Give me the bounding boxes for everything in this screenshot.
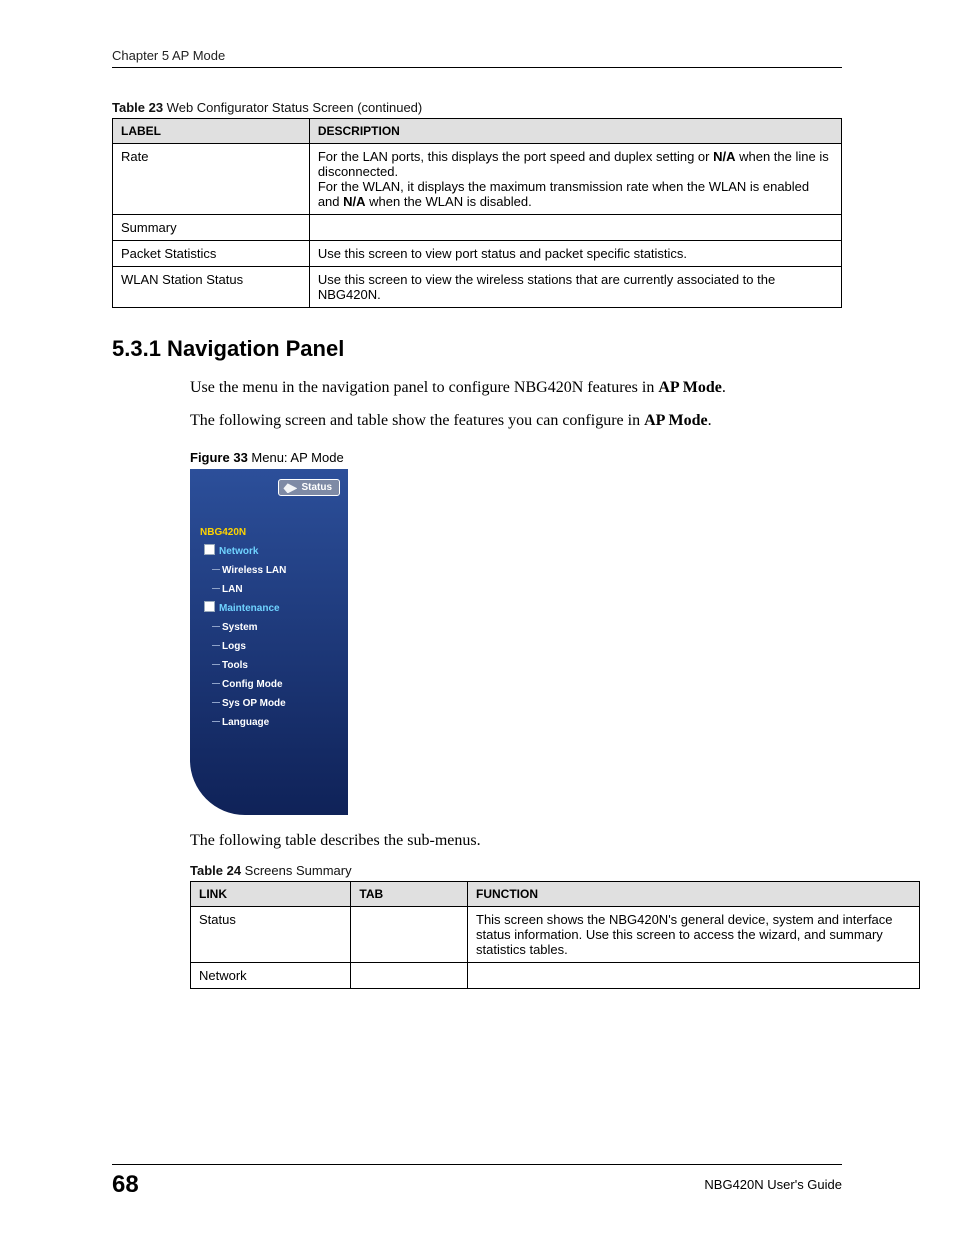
menu-category-network[interactable]: Network [204,542,342,561]
menu-item-language[interactable]: Language [222,713,342,732]
text-bold: AP Mode [658,379,722,396]
table24-caption: Table 24 Screens Summary [190,863,842,878]
cell-label: WLAN Station Status [113,267,310,308]
page-footer: 68 NBG420N User's Guide [112,1164,842,1199]
menu-item-sys-op-mode[interactable]: Sys OP Mode [222,694,342,713]
cell-link: Status [191,906,351,962]
table23: LABEL DESCRIPTION Rate For the LAN ports… [112,118,842,308]
table-row: Network [191,962,920,988]
paragraph: Use the menu in the navigation panel to … [190,376,842,399]
table-header-row: LINK TAB FUNCTION [191,881,920,906]
cell-label: Rate [113,144,310,215]
menu-category-maintenance[interactable]: Maintenance [204,599,342,618]
figure33-caption-rest: Menu: AP Mode [248,450,344,465]
table23-caption-bold: Table 23 [112,100,163,115]
table-row: Status This screen shows the NBG420N's g… [191,906,920,962]
col-function: FUNCTION [468,881,920,906]
paragraph: The following table describes the sub-me… [190,829,842,852]
section-heading: 5.3.1 Navigation Panel [112,336,842,362]
menu-item-wireless-lan[interactable]: Wireless LAN [222,561,342,580]
menu-item-logs[interactable]: Logs [222,637,342,656]
table-row: WLAN Station Status Use this screen to v… [113,267,842,308]
text: . [708,412,712,429]
table24: LINK TAB FUNCTION Status This screen sho… [190,881,920,989]
table-row: Packet Statistics Use this screen to vie… [113,241,842,267]
menu-item-lan[interactable]: LAN [222,580,342,599]
cell-label: Packet Statistics [113,241,310,267]
menu-item-tools[interactable]: Tools [222,656,342,675]
table24-caption-rest: Screens Summary [241,863,352,878]
section-title: Navigation Panel [161,336,344,361]
table-row: Rate For the LAN ports, this displays th… [113,144,842,215]
col-link: LINK [191,881,351,906]
col-label: LABEL [113,119,310,144]
text: The following screen and table show the … [190,412,644,429]
menu-figure: Status NBG420N Network Wireless LAN LAN … [190,469,348,815]
cell-function [468,962,920,988]
text: when the WLAN is disabled. [366,194,532,209]
guide-name: NBG420N User's Guide [704,1171,842,1192]
text-bold: AP Mode [644,412,708,429]
menu-item-system[interactable]: System [222,618,342,637]
col-tab: TAB [351,881,468,906]
menu-item-config-mode[interactable]: Config Mode [222,675,342,694]
table23-caption: Table 23 Web Configurator Status Screen … [112,100,842,115]
text-bold: N/A [343,194,365,209]
text: Use the menu in the navigation panel to … [190,379,658,396]
cell-label: Summary [113,215,310,241]
figure33-caption-bold: Figure 33 [190,450,248,465]
menu-tree: NBG420N Network Wireless LAN LAN Mainten… [200,523,342,732]
cell-description: Use this screen to view port status and … [309,241,841,267]
status-button[interactable]: Status [278,479,340,496]
section-number: 5.3.1 [112,336,161,361]
paragraph: The following screen and table show the … [190,409,842,432]
cell-description: For the LAN ports, this displays the por… [309,144,841,215]
chapter-header: Chapter 5 AP Mode [112,48,842,68]
table24-caption-bold: Table 24 [190,863,241,878]
table-header-row: LABEL DESCRIPTION [113,119,842,144]
cell-description [309,215,841,241]
text-bold: N/A [713,149,735,164]
cell-tab [351,906,468,962]
menu-root: NBG420N [200,523,342,542]
table23-caption-rest: Web Configurator Status Screen (continue… [163,100,422,115]
cell-link: Network [191,962,351,988]
cell-function: This screen shows the NBG420N's general … [468,906,920,962]
text: For the LAN ports, this displays the por… [318,149,713,164]
figure33-caption: Figure 33 Menu: AP Mode [190,450,842,465]
cell-description: Use this screen to view the wireless sta… [309,267,841,308]
page-number: 68 [112,1171,139,1199]
text: . [722,379,726,396]
col-description: DESCRIPTION [309,119,841,144]
table-row: Summary [113,215,842,241]
cell-tab [351,962,468,988]
